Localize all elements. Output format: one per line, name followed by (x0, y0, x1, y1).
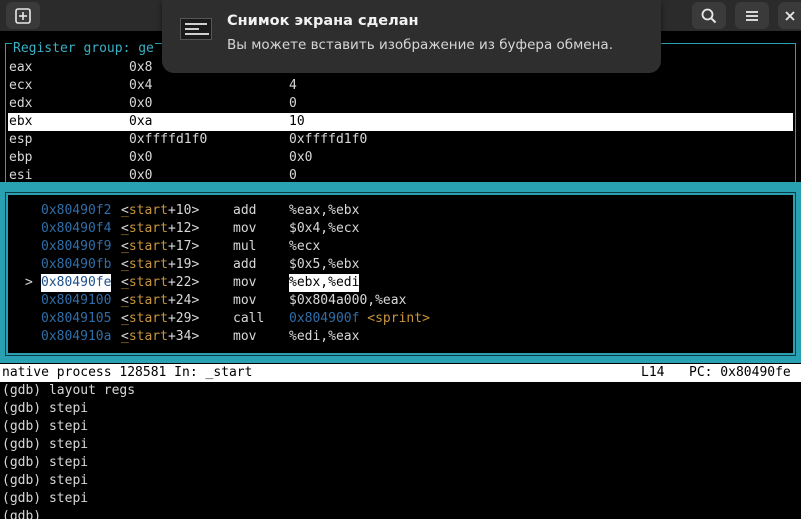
register-row-esp: esp 0xffffd1f0 0xffffd1f0 (9, 132, 368, 147)
console-line: (gdb) layout regs (2, 383, 136, 398)
menu-button[interactable] (735, 2, 769, 29)
new-tab-button[interactable] (6, 2, 40, 29)
register-row-ecx: ecx 0x4 4 (9, 78, 297, 93)
terminal-area[interactable]: Register group: ge eax 0x8 ecx 0x4 4 edx 0x0… (0, 31, 801, 519)
search-button[interactable] (692, 2, 726, 29)
console-line: (gdb) stepi (2, 437, 89, 452)
asm-line: 0x80490f2 < _start +10> add %eax,%ebx (41, 203, 360, 218)
close-icon (784, 10, 795, 21)
console-line: (gdb) stepi (2, 491, 89, 506)
register-row-ebp: ebp 0x0 0x0 (9, 150, 313, 165)
asm-line: 0x80490f4 < _start +12> mov $0x4,%ecx (41, 221, 360, 236)
disassembly-window: 0x80490f2 < _start +10> add %eax,%ebx 0x80… (5, 192, 796, 356)
register-window-title: Register group: ge (12, 41, 155, 57)
asm-line: 0x8049105 < _start +29> call 0x804900f <sp… (41, 311, 430, 326)
console-line: (gdb) stepi (2, 455, 89, 470)
process-status: native process 128581 In: _start (2, 365, 253, 380)
console-line: (gdb) stepi (2, 419, 89, 434)
asm-line-current: > 0x80490fe < _start +22> mov %ebx,%edi (25, 274, 360, 292)
register-row-ebx-highlighted: ebx 0xa 10 (8, 113, 793, 131)
console-line: (gdb) stepi (2, 401, 89, 416)
register-row-edx: edx 0x0 0 (9, 96, 297, 111)
console-prompt[interactable]: (gdb) (2, 508, 41, 519)
search-icon (701, 8, 717, 23)
close-button[interactable] (778, 2, 801, 29)
plus-square-icon (15, 7, 31, 24)
notification-body: Вы можете вставить изображение из буфера… (227, 37, 613, 53)
program-counter: PC: 0x80490fe (689, 365, 791, 380)
asm-line: 0x80490f9 < _start +17> mul %ecx (41, 239, 321, 254)
current-instruction-marker: > (25, 275, 33, 290)
console-line: (gdb) stepi (2, 473, 89, 488)
notification-title: Снимок экрана сделан (227, 13, 419, 29)
line-number: L14 (641, 365, 665, 380)
hamburger-menu-icon (746, 10, 758, 21)
disassembly-window-frame: 0x80490f2 < _start +10> add %eax,%ebx 0x80… (0, 182, 801, 363)
asm-line: 0x804910a < _start +34> mov %edi,%eax (41, 329, 360, 344)
gdb-status-bar: native process 128581 In: _start L14 PC:… (0, 364, 801, 382)
asm-line: 0x80490fb < _start +19> add $0x5,%ebx (41, 257, 360, 272)
screenshot-notification[interactable]: Снимок экрана сделан Вы можете вставить … (162, 0, 661, 73)
screenshot-icon (180, 18, 212, 40)
asm-line: 0x8049100 < _start +24> mov $0x804a000,%ea… (41, 293, 407, 308)
